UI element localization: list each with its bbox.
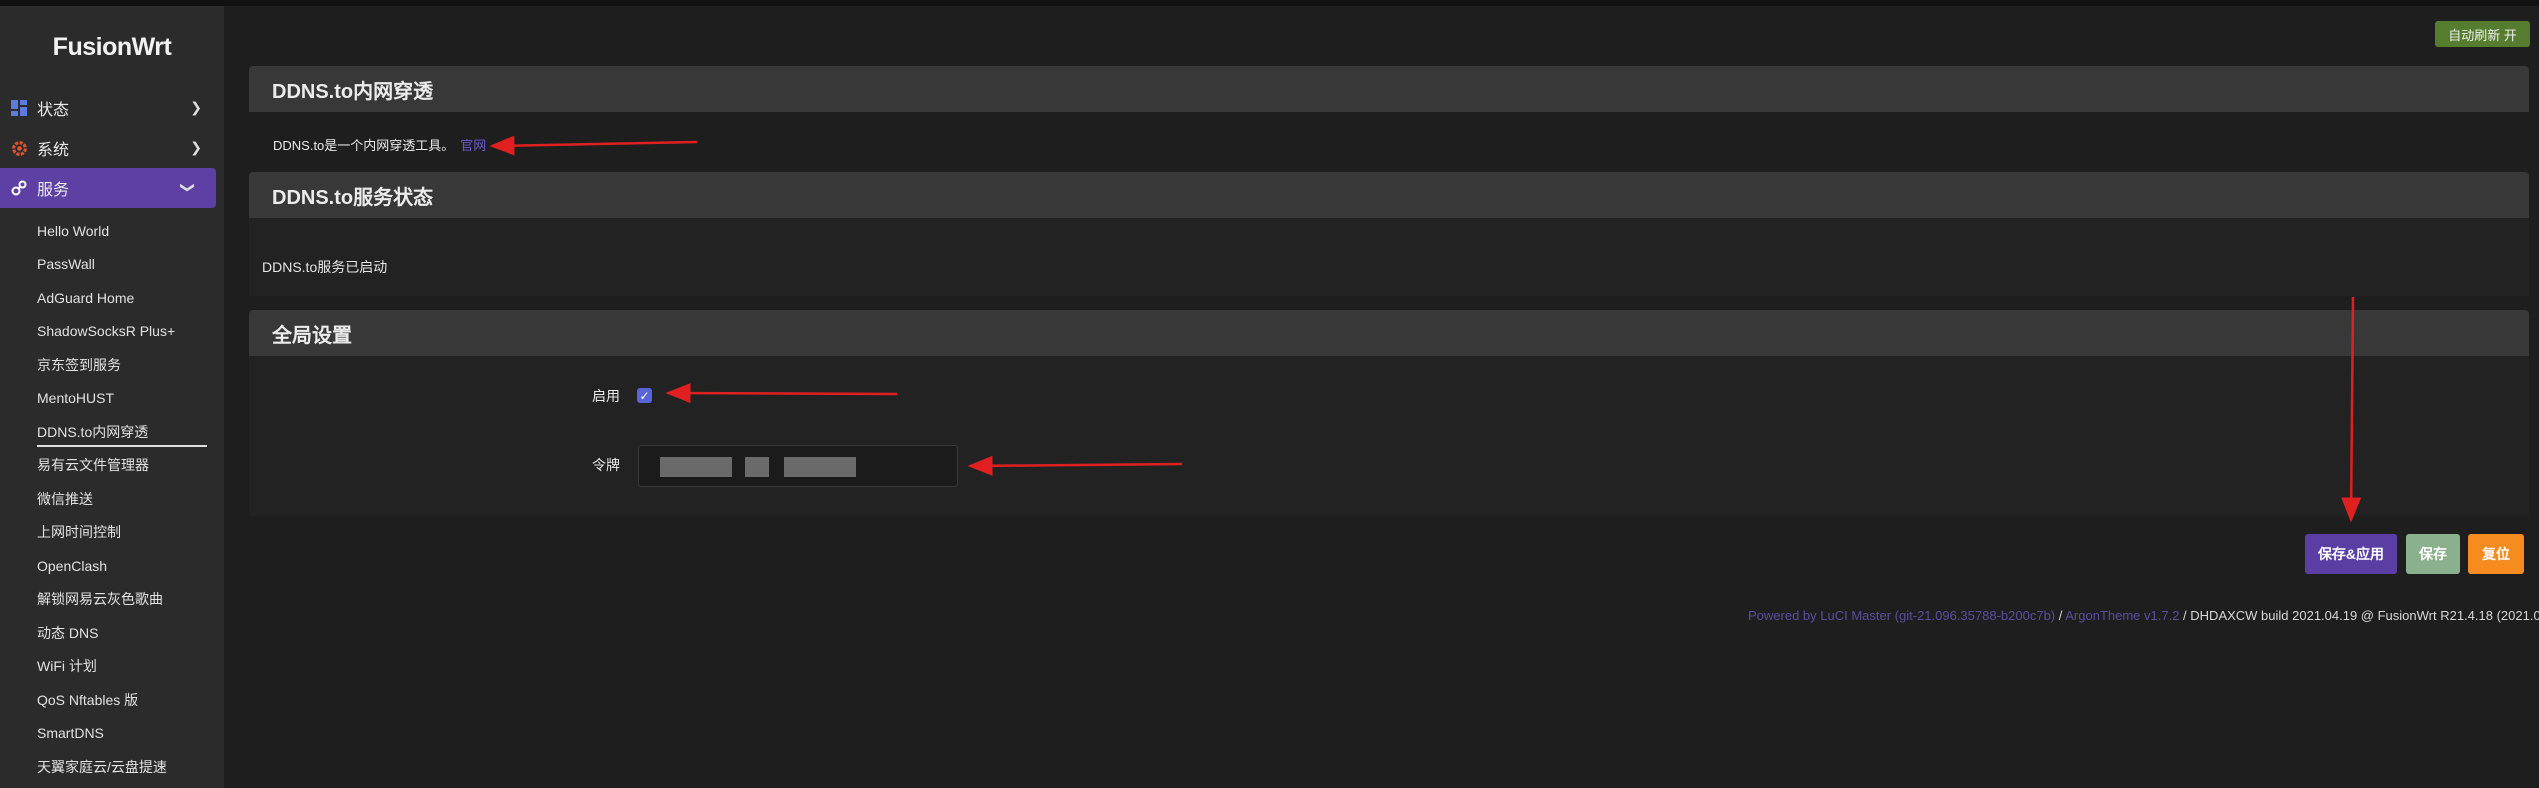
annotation-arrows — [489, 135, 2362, 523]
annotation-arrow — [665, 383, 898, 404]
annotation-arrow — [489, 135, 698, 156]
annotation-arrow — [967, 455, 1183, 476]
annotation-arrow — [2341, 296, 2362, 523]
